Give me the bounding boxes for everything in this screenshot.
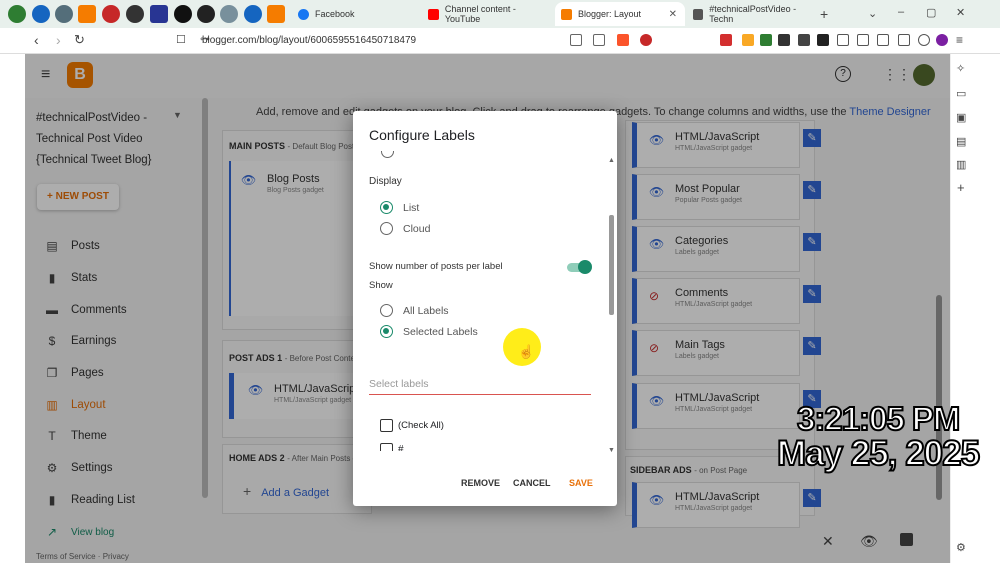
hash-label-checkbox[interactable] [380,443,393,451]
close-window-button[interactable]: ✕ [956,6,965,19]
pinned-tab-icon[interactable] [102,5,120,23]
radio-list-label: List [403,202,420,214]
pinned-tab-icon[interactable] [32,5,50,23]
pinned-tab-icon[interactable] [126,5,144,23]
extension-icon[interactable] [798,34,810,46]
radio-selected-labels[interactable] [380,325,393,338]
blogger-icon [561,8,572,20]
close-tab-icon[interactable]: ✕ [669,9,677,20]
new-tab-button[interactable]: + [820,6,828,22]
tab-blogger-layout[interactable]: Blogger: Layout ✕ [555,2,685,26]
check-all-checkbox[interactable] [380,419,393,432]
reload-icon[interactable]: ↻ [74,32,85,48]
menu-icon[interactable]: ≡ [956,33,963,47]
hash-label: # [398,444,404,451]
scroll-down-arrow-icon[interactable]: ▼ [608,447,615,454]
wallet-icon[interactable]: ▣ [956,111,966,124]
radio-selected-labels-label: Selected Labels [403,326,478,338]
pinned-tab-icon[interactable] [244,5,262,23]
pinned-tab-icon[interactable] [174,5,192,23]
maximize-button[interactable]: ▢ [926,6,936,19]
site-icon [693,8,704,20]
tab-label: Facebook [315,9,355,19]
tab-youtube[interactable]: Channel content - YouTube [422,2,552,26]
pinned-tab-icon[interactable] [150,5,168,23]
scroll-up-arrow-icon[interactable]: ▲ [608,157,615,164]
vpn-icon[interactable] [918,34,930,46]
pinned-tab-icon[interactable] [220,5,238,23]
radio-all-labels[interactable] [380,304,393,317]
browser-side-rail: ✧ ▭ ▣ ▤ ▥ + ⚙ [950,54,974,563]
tab-label: #technicalPostVideo - Techn [709,4,797,24]
show-label: Show [369,280,393,291]
reading-list-icon[interactable]: ▥ [956,158,966,171]
clock-date: May 25, 2025 [776,433,981,474]
extension-icon[interactable] [760,34,772,46]
reader-icon[interactable] [570,34,582,46]
brave-shield-icon[interactable] [617,34,629,46]
bookmark-star-icon[interactable]: ☐ [176,33,186,46]
pinned-tab-icon[interactable] [197,5,215,23]
hand-cursor-icon: ☝ [518,344,535,359]
tab-label: Channel content - YouTube [444,4,516,24]
radio-partial[interactable] [381,151,394,158]
add-panel-icon[interactable]: + [957,180,965,195]
share-icon[interactable] [593,34,605,46]
save-button[interactable]: SAVE [569,478,593,488]
extension-icon[interactable] [742,34,754,46]
pinned-tab-blogger-icon[interactable] [78,5,96,23]
profile-icon[interactable] [936,34,948,46]
leo-ai-icon[interactable]: ✧ [956,62,965,75]
forward-arrow-icon[interactable]: › [56,32,61,48]
dialog-scrollbar[interactable] [609,215,614,315]
rewards-icon[interactable] [640,34,652,46]
pinned-tab-icon[interactable] [55,5,73,23]
select-labels-input[interactable]: Select labels [369,375,591,395]
extension-icon[interactable] [778,34,790,46]
check-all-label: (Check All) [398,420,444,431]
radio-list[interactable] [380,201,393,214]
tab-label: Blogger: Layout [578,9,642,19]
back-arrow-icon[interactable]: ‹ [34,32,39,48]
extension-icon[interactable] [857,34,869,46]
cancel-button[interactable]: CANCEL [513,478,551,488]
extension-icon[interactable] [898,34,910,46]
address-bar-row: ‹ › ↻ ☐ ⊶ blogger.com/blog/layout/600659… [0,28,1000,54]
facebook-icon [298,8,309,20]
puzzle-icon[interactable] [837,34,849,46]
youtube-icon [428,8,439,20]
radio-cloud-label: Cloud [403,223,431,235]
show-count-toggle[interactable] [567,260,592,274]
pinned-tab-icon[interactable] [8,5,26,23]
dialog-title: Configure Labels [369,127,475,143]
display-label: Display [369,176,402,187]
tab-facebook[interactable]: Facebook [292,2,420,26]
browser-tab-strip: Facebook Channel content - YouTube Blogg… [0,0,1000,28]
tab-search-button[interactable]: ⌄ [868,7,877,20]
bookmarks-icon[interactable]: ▤ [956,135,966,148]
radio-cloud[interactable] [380,222,393,235]
clock-time: 3:21:05 PM [796,399,961,438]
tab-technical-post[interactable]: #technicalPostVideo - Techn [687,2,815,26]
toggle-knob [578,260,592,274]
media-icon[interactable]: ▭ [956,87,966,100]
extension-icon[interactable] [817,34,829,46]
settings-gear-icon[interactable]: ⚙ [956,541,966,554]
remove-button[interactable]: REMOVE [461,478,500,488]
url-field[interactable]: blogger.com/blog/layout/6006595516450718… [192,31,712,51]
wallet-icon[interactable] [877,34,889,46]
configure-labels-dialog: Configure Labels Display List Cloud Show… [353,111,617,506]
minimize-button[interactable]: – [898,6,904,18]
show-count-label: Show number of posts per label [369,261,503,272]
pinned-tab-blogger-icon[interactable] [267,5,285,23]
dialog-scroll-area[interactable]: Display List Cloud Show number of posts … [353,151,617,451]
radio-all-labels-label: All Labels [403,305,449,317]
extension-icon[interactable] [720,34,732,46]
